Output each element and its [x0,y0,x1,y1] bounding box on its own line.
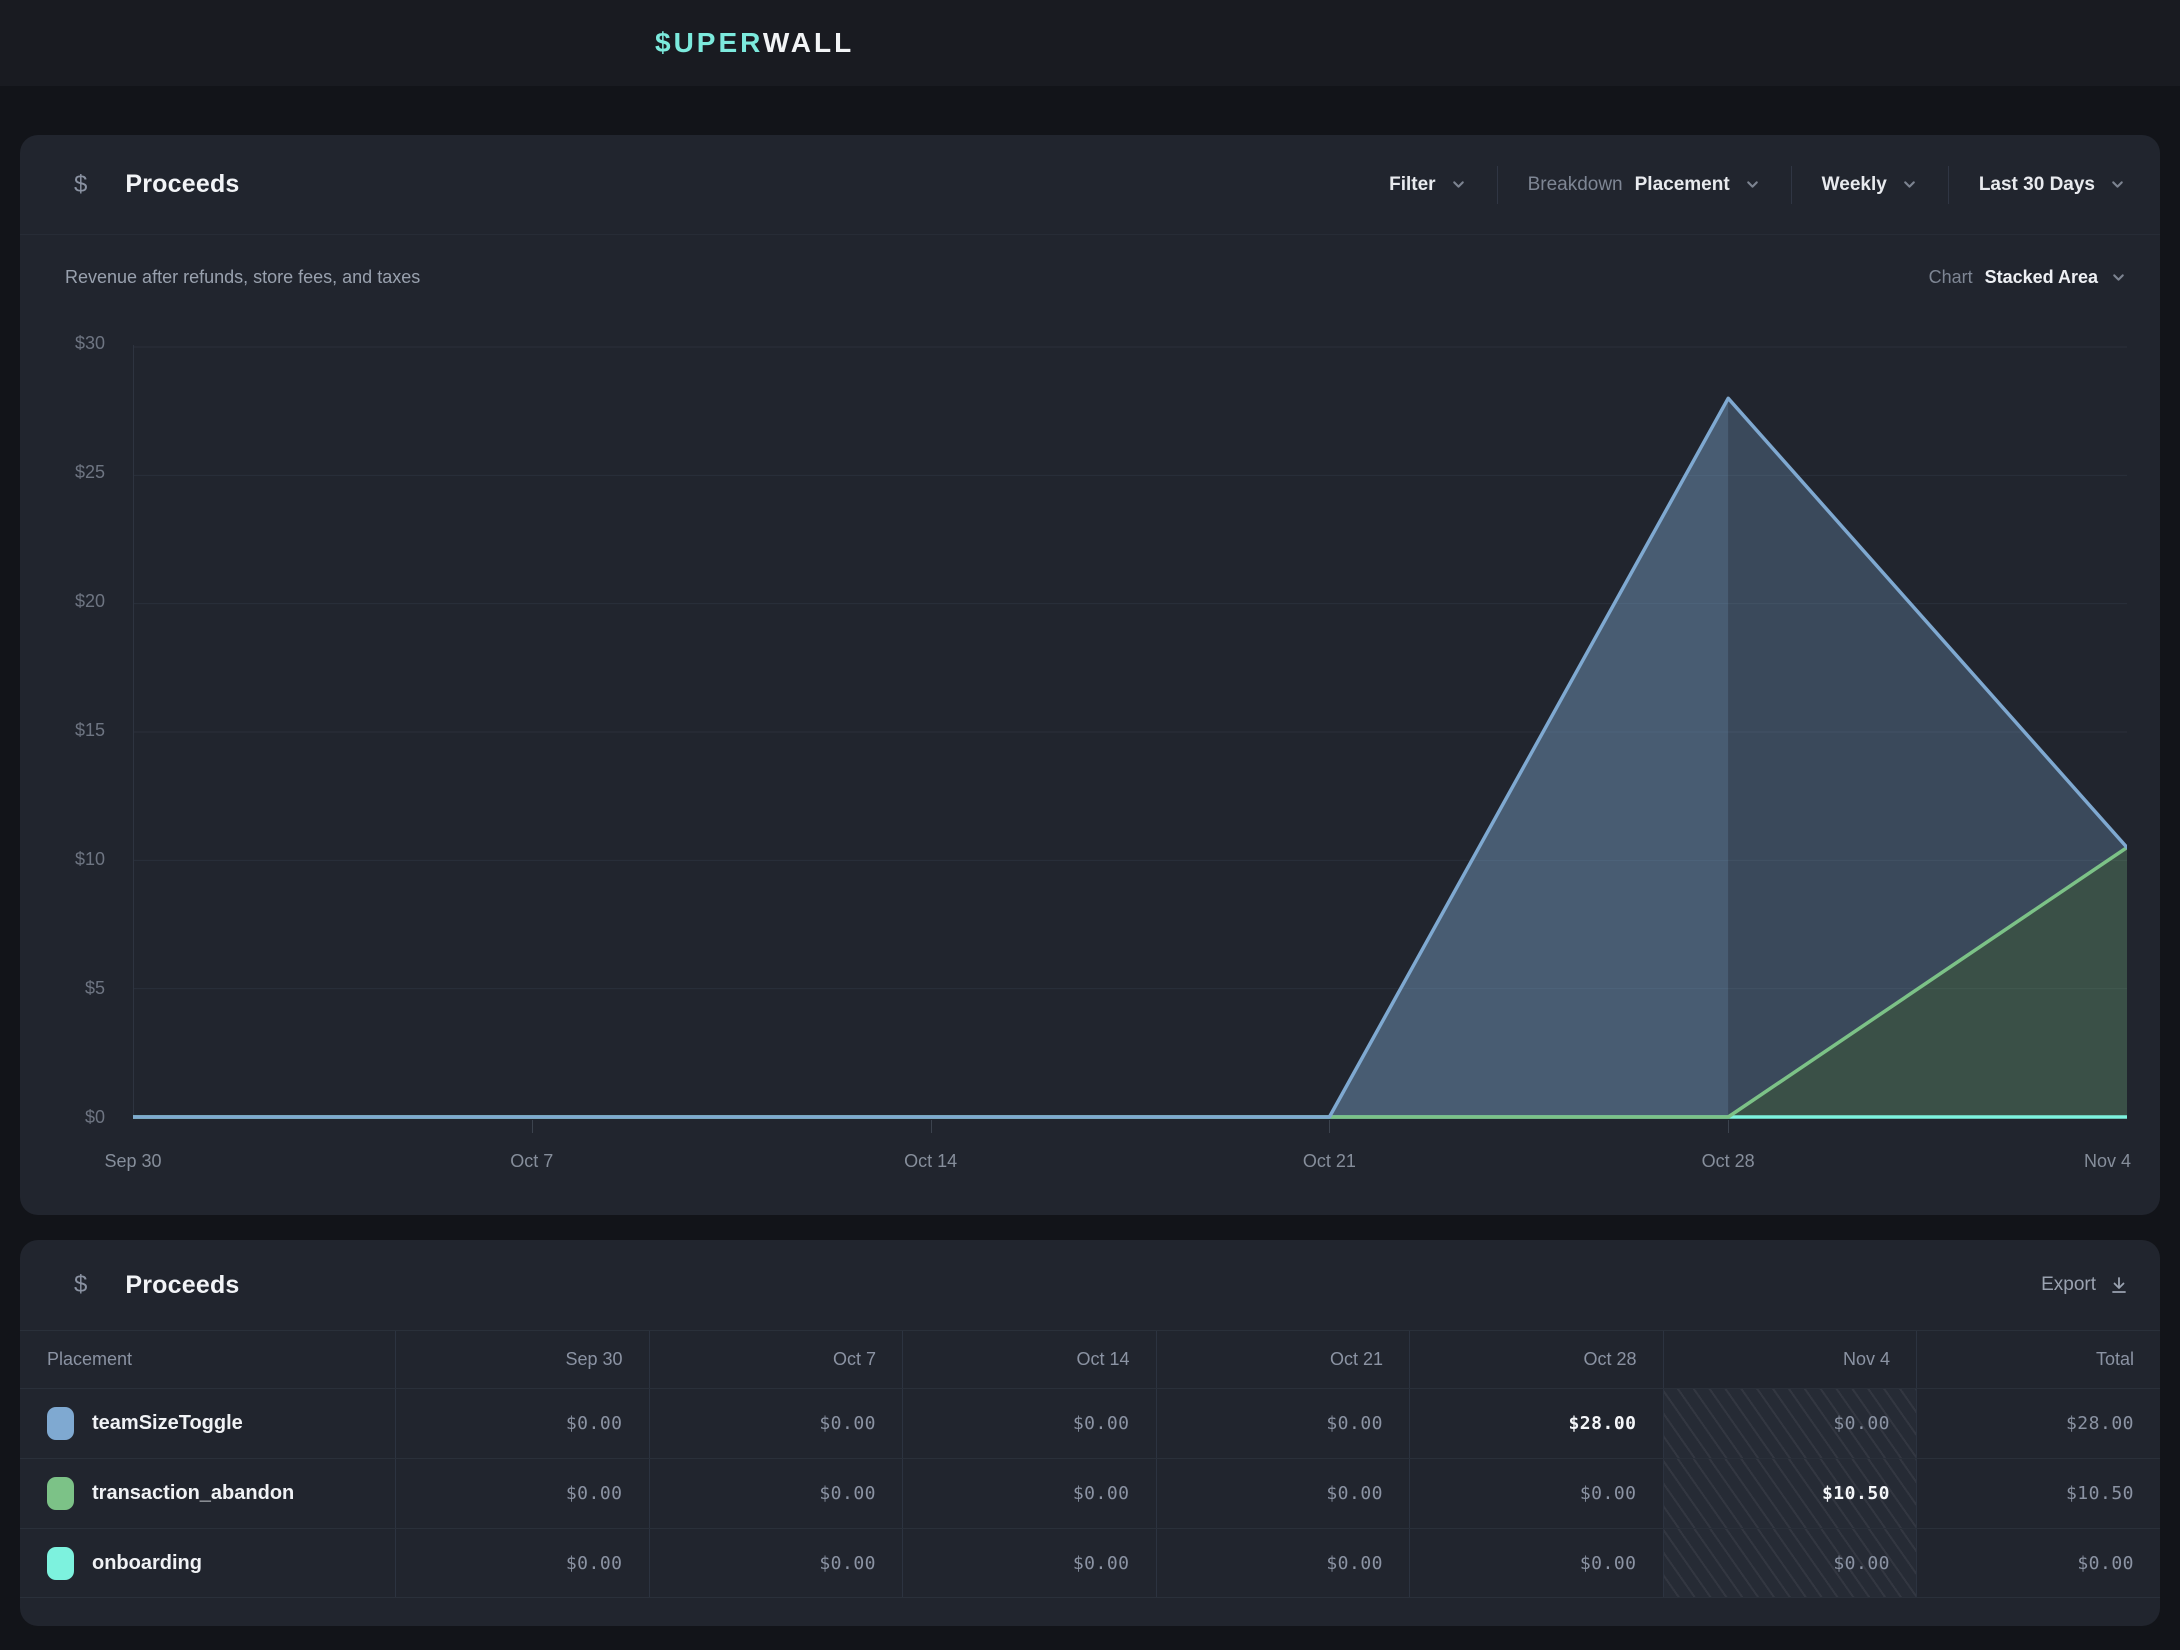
value-cell: $0.00 [1409,1529,1663,1597]
x-axis-tick [931,1120,932,1133]
chart-subtitle: Revenue after refunds, store fees, and t… [65,267,420,288]
x-axis-tick-label: Nov 4 [2084,1151,2131,1172]
table-card-header: $ Proceeds Export [20,1240,2160,1330]
proceeds-table-card: $ Proceeds Export PlacementSep 30Oct 7Oc… [20,1240,2160,1626]
proceeds-table: PlacementSep 30Oct 7Oct 14Oct 21Oct 28No… [20,1330,2160,1598]
table-header-row: PlacementSep 30Oct 7Oct 14Oct 21Oct 28No… [20,1330,2160,1388]
superwall-logo: $UPERWALL [655,27,854,59]
column-header-oct-28: Oct 28 [1409,1331,1663,1388]
y-axis-tick-label: $10 [35,849,105,873]
breakdown-value: Placement [1635,174,1730,196]
interval-value: Weekly [1822,174,1887,196]
x-axis-tick-label: Oct 21 [1303,1151,1356,1172]
chart-type-value: Stacked Area [1985,267,2098,288]
y-axis-tick-label: $25 [35,462,105,486]
export-button[interactable]: Export [2041,1274,2130,1296]
area-fill-teamSizeToggle [133,398,1728,1117]
placement-name: transaction_abandon [92,1482,294,1505]
filter-label: Filter [1389,174,1435,196]
y-axis-tick-label: $30 [35,333,105,357]
value-cell: $0.00 [902,1459,1156,1528]
chevron-down-icon [1744,176,1761,193]
column-header-oct-7: Oct 7 [649,1331,903,1388]
top-nav-bar: $UPERWALL [0,0,2180,86]
value-cell: $0.00 [1156,1529,1410,1597]
y-axis-tick-label: $5 [35,978,105,1002]
color-swatch [47,1407,74,1440]
filter-dropdown[interactable]: Filter [1359,174,1496,196]
download-icon [2108,1274,2130,1296]
color-swatch [47,1477,74,1510]
chart-card-title: Proceeds [125,170,239,199]
value-cell: $0.00 [902,1529,1156,1597]
export-label: Export [2041,1274,2096,1296]
column-header-sep-30: Sep 30 [395,1331,649,1388]
x-axis-tick [1329,1120,1330,1133]
x-axis-tick-label: Oct 28 [1702,1151,1755,1172]
value-cell: $0.00 [1663,1529,1917,1597]
dollar-icon: $ [74,1271,87,1299]
column-header-total: Total [1916,1331,2160,1388]
column-header-oct-14: Oct 14 [902,1331,1156,1388]
logo-text-primary: $UPER [655,27,763,58]
proceeds-chart-card: $ Proceeds Filter Breakdown Placement We… [20,135,2160,1215]
value-cell: $0.00 [1663,1389,1917,1458]
value-cell: $0.00 [649,1389,903,1458]
column-header-oct-21: Oct 21 [1156,1331,1410,1388]
value-cell: $28.00 [1916,1389,2160,1458]
value-cell: $0.00 [1409,1459,1663,1528]
table-row-transaction-abandon: transaction_abandon$0.00$0.00$0.00$0.00$… [20,1458,2160,1528]
chevron-down-icon [2109,176,2126,193]
value-cell: $0.00 [395,1459,649,1528]
date-range-value: Last 30 Days [1979,174,2095,196]
column-header-placement: Placement [20,1331,395,1388]
value-cell: $0.00 [649,1459,903,1528]
value-cell: $10.50 [1663,1459,1917,1528]
value-cell: $0.00 [395,1529,649,1597]
placement-name: teamSizeToggle [92,1412,243,1435]
chart-card-header: $ Proceeds Filter Breakdown Placement We… [20,135,2160,235]
table-row-onboarding: onboarding$0.00$0.00$0.00$0.00$0.00$0.00… [20,1528,2160,1598]
breakdown-label: Breakdown [1528,174,1623,196]
chevron-down-icon [1901,176,1918,193]
chart-type-dropdown[interactable]: Chart Stacked Area [1929,267,2127,288]
chevron-down-icon [1450,176,1467,193]
stacked-area-chart [133,345,2127,1119]
interval-dropdown[interactable]: Weekly [1792,174,1948,196]
value-cell: $0.00 [649,1529,903,1597]
placement-name: onboarding [92,1552,202,1575]
value-cell: $0.00 [1156,1389,1410,1458]
value-cell: $28.00 [1409,1389,1663,1458]
value-cell: $0.00 [1156,1459,1410,1528]
value-cell: $10.50 [1916,1459,2160,1528]
y-axis-tick-label: $15 [35,720,105,744]
logo-text-secondary: WALL [763,27,854,58]
x-axis-tick [1728,1120,1729,1133]
x-axis-tick-label: Oct 14 [904,1151,957,1172]
value-cell: $0.00 [395,1389,649,1458]
table-card-title: Proceeds [125,1271,239,1300]
chart-type-label: Chart [1929,267,1973,288]
x-axis-tick [532,1120,533,1133]
x-axis-tick-label: Oct 7 [510,1151,553,1172]
chevron-down-icon [2110,269,2127,286]
value-cell: $0.00 [1916,1529,2160,1597]
color-swatch [47,1547,74,1580]
x-axis-tick-label: Sep 30 [104,1151,161,1172]
y-axis-tick-label: $0 [35,1107,105,1131]
dollar-icon: $ [74,171,87,199]
table-row-teamsizetoggle: teamSizeToggle$0.00$0.00$0.00$0.00$28.00… [20,1388,2160,1458]
chart-controls: Filter Breakdown Placement Weekly Last 3… [1359,166,2126,204]
y-axis-tick-label: $20 [35,591,105,615]
date-range-dropdown[interactable]: Last 30 Days [1949,174,2126,196]
breakdown-dropdown[interactable]: Breakdown Placement [1498,174,1791,196]
column-header-nov-4: Nov 4 [1663,1331,1917,1388]
value-cell: $0.00 [902,1389,1156,1458]
